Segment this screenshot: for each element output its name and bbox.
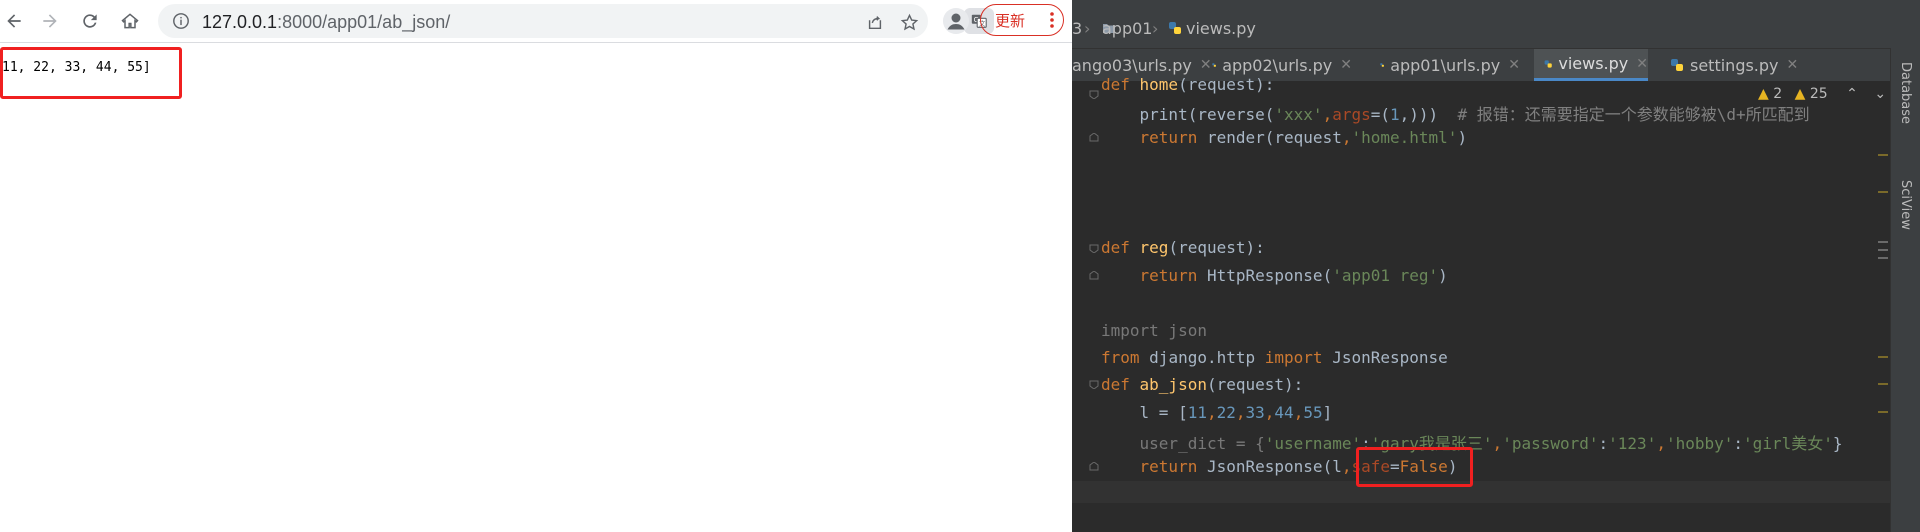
code-line: print(reverse('xxx',args=(1,))) # 报错：还需要… <box>1101 105 1810 124</box>
close-icon[interactable]: ✕ <box>1508 57 1520 73</box>
highlight-box-safe-false <box>1356 447 1473 487</box>
breadcrumb-separator: › <box>1084 19 1091 38</box>
close-icon[interactable]: ✕ <box>1340 57 1352 73</box>
current-line-highlight <box>1072 481 1890 503</box>
site-info-icon[interactable] <box>172 12 190 30</box>
fold-icon[interactable] <box>1089 379 1099 389</box>
reload-icon[interactable] <box>76 7 104 35</box>
fold-icon[interactable] <box>1089 462 1099 472</box>
tab-settings[interactable]: settings.py ✕ <box>1670 49 1800 81</box>
tab-label: views.py <box>1558 54 1629 73</box>
url-host: 127.0.0.1 <box>202 12 278 32</box>
breadcrumb-separator: › <box>1152 19 1159 38</box>
tab-app01-urls[interactable]: app01\urls.py ✕ <box>1380 49 1520 81</box>
home-icon[interactable] <box>116 7 144 35</box>
fold-icon[interactable] <box>1089 89 1099 99</box>
prev-highlight-icon[interactable]: ⌃ <box>1846 86 1858 102</box>
menu-dots-icon[interactable] <box>1049 11 1055 29</box>
python-file-icon <box>1168 19 1182 38</box>
code-line: return render(request,'home.html') <box>1101 128 1468 147</box>
close-icon[interactable]: ✕ <box>1200 57 1212 73</box>
profile-avatar-icon[interactable] <box>943 8 969 34</box>
url-path: :8000/app01/ab_json/ <box>277 12 451 32</box>
tab-label: app01\urls.py <box>1390 55 1501 75</box>
page-content: 11, 22, 33, 44, 55] <box>0 43 1072 532</box>
close-icon[interactable]: ✕ <box>1787 57 1799 73</box>
bookmark-star-icon[interactable] <box>898 11 920 33</box>
code-line: from django.http import JsonResponse <box>1101 348 1448 367</box>
python-file-icon <box>1212 63 1216 67</box>
tab-label: settings.py <box>1690 55 1779 75</box>
code-editor[interactable]: def home(request): print(reverse('xxx',a… <box>1072 75 1890 532</box>
tab-label: ango03\urls.py <box>1072 55 1192 75</box>
fold-icon[interactable] <box>1089 133 1099 143</box>
breadcrumb-file[interactable]: views.py <box>1186 19 1256 38</box>
tab-views[interactable]: views.py ✕ <box>1534 49 1648 81</box>
ide-toolbar <box>1072 0 1920 10</box>
back-icon[interactable] <box>0 7 28 35</box>
breadcrumb-project[interactable]: 3 <box>1072 19 1082 38</box>
fold-icon[interactable] <box>1089 271 1099 281</box>
database-panel-tab[interactable]: Database <box>1898 62 1913 124</box>
share-icon[interactable] <box>864 11 886 33</box>
tab-label: app02\urls.py <box>1222 55 1333 75</box>
browser-toolbar: 127.0.0.1:8000/app01/ab_json/ G文 更新 <box>0 0 1072 43</box>
right-tool-strip: Database SciView <box>1890 48 1920 532</box>
address-bar[interactable]: 127.0.0.1:8000/app01/ab_json/ G文 <box>158 4 994 38</box>
forward-icon[interactable] <box>36 7 64 35</box>
breadcrumb: 3 › app01 › views.py <box>1072 10 1920 48</box>
weak-warning-icon: ▲ <box>1794 86 1806 102</box>
next-highlight-icon[interactable]: ⌄ <box>1874 86 1886 102</box>
code-line: def home(request): <box>1101 75 1275 94</box>
python-file-icon <box>1380 63 1384 67</box>
python-file-icon <box>1544 59 1552 68</box>
highlight-box-output <box>0 47 182 99</box>
python-file-icon <box>1671 59 1683 71</box>
code-line: def reg(request): <box>1101 238 1265 257</box>
fold-icon[interactable] <box>1089 243 1099 253</box>
warning-icon: ▲ <box>1758 86 1769 102</box>
inspection-widget[interactable]: ▲ 2 ▲ 25 ⌃ ⌄ <box>1758 86 1886 102</box>
update-button[interactable]: 更新 <box>980 4 1064 36</box>
browser-window: 127.0.0.1:8000/app01/ab_json/ G文 更新 11, … <box>0 0 1072 532</box>
update-label: 更新 <box>995 12 1026 30</box>
breadcrumb-folder[interactable]: app01 <box>1102 19 1152 38</box>
weak-warning-count: 25 <box>1809 86 1828 102</box>
sciview-panel-tab[interactable]: SciView <box>1898 180 1913 230</box>
code-line: import json <box>1101 321 1207 340</box>
code-line: def ab_json(request): <box>1101 375 1304 394</box>
url-text[interactable]: 127.0.0.1:8000/app01/ab_json/ <box>202 12 450 33</box>
close-icon[interactable]: ✕ <box>1636 56 1648 72</box>
code-line: return HttpResponse('app01 reg') <box>1101 266 1448 285</box>
code-line: l = [11,22,33,44,55] <box>1101 403 1333 422</box>
warning-count: 2 <box>1773 86 1783 102</box>
ide-window: 3 › app01 › views.py ango03\urls.py ✕ app… <box>1072 0 1920 532</box>
